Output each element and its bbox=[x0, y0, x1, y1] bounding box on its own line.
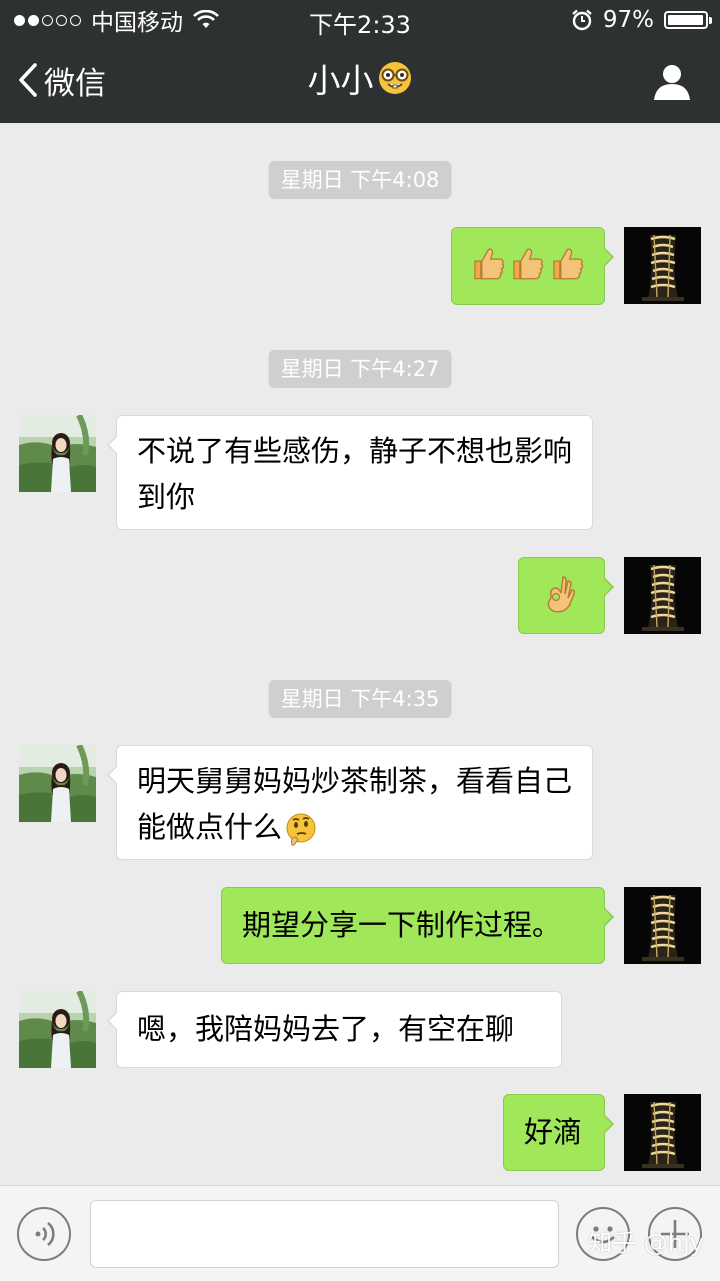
chat-title-text: 小小 bbox=[307, 61, 374, 100]
message-text: 期望分享一下制作过程。 bbox=[242, 908, 562, 942]
chat-area[interactable]: 星期日 下午4:08 星期日 下午4:27 不说了有些感伤，静子不想也影响到你 … bbox=[0, 123, 720, 1185]
message-text: 好滴 bbox=[524, 1115, 583, 1149]
message-text: 嗯，我陪妈妈去了，有空在聊 bbox=[137, 1012, 515, 1046]
message-bubble-sent[interactable]: 好滴 bbox=[503, 1094, 614, 1171]
message-bubble-sent[interactable]: 期望分享一下制作过程。 bbox=[221, 887, 614, 964]
ok-hand-emoji-icon bbox=[547, 576, 575, 613]
thinking-face-emoji-icon bbox=[286, 813, 316, 846]
timestamp: 星期日 下午4:27 bbox=[268, 350, 452, 388]
chat-title: 小小 bbox=[0, 60, 720, 105]
battery-icon bbox=[664, 11, 712, 29]
battery-fill bbox=[668, 15, 703, 25]
message-bubble-received[interactable]: 不说了有些感伤，静子不想也影响到你 bbox=[107, 415, 593, 530]
emoji-row bbox=[452, 228, 604, 300]
nav-bar: 微信 小小 bbox=[0, 40, 720, 123]
message-input[interactable] bbox=[90, 1200, 559, 1268]
message-bubble-received[interactable]: 嗯，我陪妈妈去了，有空在聊 bbox=[107, 991, 562, 1068]
status-right: 97% bbox=[571, 6, 712, 34]
contact-avatar[interactable] bbox=[19, 745, 96, 822]
message-text-body: 明天舅舅妈妈炒茶制茶，看看自己能做点什么 bbox=[137, 764, 573, 844]
voice-input-button[interactable] bbox=[17, 1207, 71, 1261]
message-bubble-sent[interactable] bbox=[451, 227, 614, 305]
my-avatar[interactable] bbox=[624, 557, 701, 634]
thumbs-up-emoji-icon bbox=[513, 248, 544, 280]
contact-avatar[interactable] bbox=[19, 991, 96, 1068]
status-bar: 中国移动 下午2:33 97% bbox=[0, 0, 720, 40]
timestamp: 星期日 下午4:35 bbox=[268, 680, 452, 718]
nerd-face-emoji-icon bbox=[377, 60, 413, 105]
battery-percent: 97% bbox=[602, 7, 654, 33]
chat-info-button[interactable] bbox=[652, 62, 692, 102]
alarm-clock-icon bbox=[572, 9, 592, 31]
voice-icon bbox=[35, 1221, 55, 1247]
my-avatar[interactable] bbox=[624, 227, 701, 304]
message-bubble-sent[interactable] bbox=[518, 557, 614, 634]
thumbs-up-emoji-icon bbox=[474, 248, 505, 280]
message-text: 不说了有些感伤，静子不想也影响到你 bbox=[137, 434, 573, 514]
watermark: 知乎 @hjy bbox=[588, 1229, 704, 1257]
my-avatar[interactable] bbox=[624, 887, 701, 964]
contact-avatar[interactable] bbox=[19, 415, 96, 492]
person-icon bbox=[654, 65, 690, 100]
emoji-row bbox=[519, 558, 604, 614]
timestamp: 星期日 下午4:08 bbox=[268, 161, 452, 199]
message-text: 明天舅舅妈妈炒茶制茶，看看自己能做点什么 bbox=[117, 746, 592, 866]
message-bubble-received[interactable]: 明天舅舅妈妈炒茶制茶，看看自己能做点什么 bbox=[107, 745, 593, 860]
thumbs-up-emoji-icon bbox=[553, 248, 583, 280]
my-avatar[interactable] bbox=[624, 1094, 701, 1171]
